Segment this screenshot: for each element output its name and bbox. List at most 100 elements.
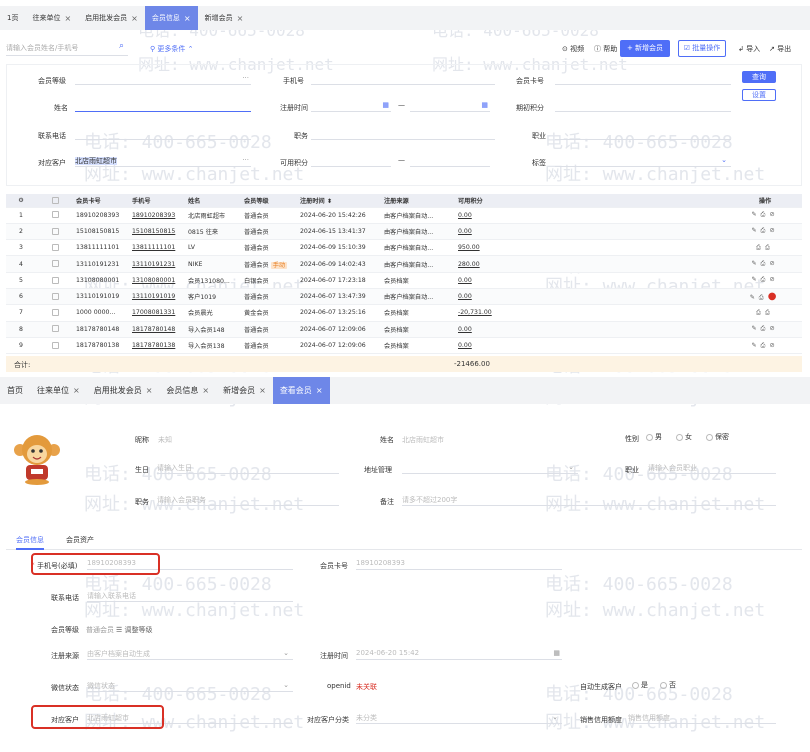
table-row[interactable]: 4 13110191231 13110191231 NIKE 普通会员 手动 2024-0… <box>6 255 802 273</box>
print-icon[interactable]: ⎙ <box>765 244 770 251</box>
filter-contact-input[interactable] <box>75 126 251 140</box>
print-icon[interactable]: ⎙ <box>761 276 766 283</box>
row-checkbox[interactable] <box>36 207 74 224</box>
print-icon[interactable]: ⎙ <box>761 211 766 218</box>
close-icon[interactable]: × <box>316 386 323 395</box>
row-checkbox[interactable] <box>36 321 74 338</box>
table-row[interactable]: 7 1000 0000... 17008081331 会员晨光 黄金会员 2024-06-… <box>6 304 802 322</box>
edit-icon[interactable]: ✎ <box>751 342 756 349</box>
gender-male-radio[interactable]: 男 <box>646 432 662 442</box>
close-icon[interactable]: × <box>184 14 191 23</box>
filter-phone-input[interactable] <box>311 71 495 85</box>
cell-phone[interactable]: 18178780138 <box>130 337 186 355</box>
contact-input[interactable]: 请输入联系电话 <box>87 588 293 602</box>
disable-icon[interactable]: ⊘ <box>769 325 774 332</box>
source-select[interactable]: 由客户档案自动生成 ⌄ <box>87 646 293 660</box>
query-button[interactable]: 查询 <box>742 71 776 83</box>
cell-points[interactable]: 0.00 <box>456 321 518 338</box>
table-row[interactable]: 6 13110191019 13110191019 客户1019 普通会员 2024-06… <box>6 288 802 306</box>
table-row[interactable]: 3 13811111101 13811111101 LV 普通会员 2024-06-09 … <box>6 239 802 257</box>
col-regtime[interactable]: 注册时间 ⬍ <box>298 194 382 208</box>
edit-icon[interactable]: ✎ <box>750 294 755 301</box>
settings-button[interactable]: 设置 <box>742 89 776 101</box>
delete-icon[interactable]: ● <box>768 291 777 302</box>
bottom-tab-2[interactable]: 启用批发会员 × <box>87 377 160 404</box>
cell-phone[interactable]: 18178780148 <box>130 321 186 338</box>
print-icon[interactable]: ⎙ <box>756 309 761 316</box>
disable-icon[interactable]: ⊘ <box>769 276 774 283</box>
cell-points[interactable]: 280.00 <box>456 255 518 273</box>
print-icon[interactable]: ⎙ <box>761 260 766 267</box>
filter-name-input[interactable] <box>75 98 251 112</box>
row-checkbox[interactable] <box>36 272 74 289</box>
close-icon[interactable]: × <box>202 386 209 395</box>
top-tab-3[interactable]: 会员信息 × <box>144 6 198 30</box>
top-tab-4[interactable]: 新增会员 × <box>198 6 251 30</box>
close-icon[interactable]: × <box>131 14 138 23</box>
cell-phone[interactable]: 13110191019 <box>130 288 186 306</box>
cell-phone[interactable]: 15108150815 <box>130 223 186 241</box>
cell-phone[interactable]: 17008081331 <box>130 304 186 322</box>
bottom-tab-3[interactable]: 会员信息 × <box>159 377 216 404</box>
edit-icon[interactable]: ✎ <box>751 227 756 234</box>
cell-points[interactable]: 0.00 <box>456 207 518 224</box>
top-tab-0[interactable]: 1页 <box>0 6 25 30</box>
table-row[interactable]: 9 18178780138 18178780138 导入会员138 普通会员 2024-0… <box>6 337 802 355</box>
help-button[interactable]: ⓘ 帮助 <box>594 44 617 54</box>
disable-icon[interactable]: ⊘ <box>769 211 774 218</box>
card-input[interactable]: 18910208393 <box>356 556 562 570</box>
close-icon[interactable]: × <box>237 14 244 23</box>
print-icon[interactable]: ⎙ <box>761 342 766 349</box>
bottom-tab-5[interactable]: 查看会员 × <box>272 377 330 404</box>
video-button[interactable]: ⊙ 视频 <box>562 44 584 54</box>
adjust-level-button[interactable]: ☰ 调整等级 <box>116 625 153 635</box>
position-input[interactable]: 请输入会员职务 <box>157 492 339 506</box>
cell-points[interactable]: 950.00 <box>456 239 518 257</box>
tab-member-assets[interactable]: 会员资产 <box>66 535 94 545</box>
address-select[interactable]: ⌄ <box>402 460 578 474</box>
edit-icon[interactable]: ✎ <box>751 211 756 218</box>
top-tab-1[interactable]: 往来单位 × <box>25 6 78 30</box>
batch-operation-button[interactable]: ☑ 批量操作 <box>678 40 726 57</box>
cell-points[interactable]: -20,731.00 <box>456 304 518 322</box>
table-row[interactable]: 2 15108150815 15108150815 0815 往来 普通会员 2024-0… <box>6 223 802 241</box>
edit-icon[interactable]: ✎ <box>751 260 756 267</box>
job-input[interactable]: 请输入会员职业 <box>648 460 776 474</box>
export-button[interactable]: ↗ 导出 <box>769 44 791 54</box>
filter-regtime-start[interactable]: ▦ <box>311 98 391 112</box>
cell-phone[interactable]: 13811111101 <box>130 239 186 257</box>
cell-points[interactable]: 0.00 <box>456 223 518 241</box>
cell-points[interactable]: 0.00 <box>456 337 518 355</box>
top-tab-2[interactable]: 启用批发会员 × <box>78 6 145 30</box>
more-conditions-button[interactable]: ⚲ 更多条件 ⌃ <box>150 44 193 54</box>
edit-icon[interactable]: ✎ <box>751 276 756 283</box>
cell-phone[interactable]: 13110191231 <box>130 255 186 273</box>
print-icon[interactable]: ⎙ <box>765 309 770 316</box>
remark-input[interactable]: 请多不超过200字 <box>402 492 776 506</box>
print-icon[interactable]: ⎙ <box>756 244 761 251</box>
filter-customer-input[interactable]: 北店雨虹超市 ··· <box>75 153 251 167</box>
col-card[interactable]: 会员卡号 <box>74 194 130 208</box>
print-icon[interactable]: ⎙ <box>759 294 764 301</box>
wechat-select[interactable]: 微信状态 ⌄ <box>87 678 293 692</box>
filter-points-min[interactable] <box>311 153 391 167</box>
filter-regtime-end[interactable]: ▦ <box>410 98 490 112</box>
row-checkbox[interactable] <box>36 239 74 257</box>
credit-input[interactable]: 销售信用额度 <box>628 710 776 724</box>
row-checkbox[interactable] <box>36 337 74 355</box>
bottom-tab-4[interactable]: 新增会员 × <box>216 377 273 404</box>
select-all-checkbox[interactable] <box>36 194 74 208</box>
table-row[interactable]: 5 13108080001 13108080001 会员131080... 白银会员 20… <box>6 272 802 289</box>
disable-icon[interactable]: ⊘ <box>769 227 774 234</box>
filter-job-input[interactable] <box>555 126 731 140</box>
disable-icon[interactable]: ⊘ <box>769 260 774 267</box>
col-level[interactable]: 会员等级 <box>242 194 298 208</box>
table-row[interactable]: 1 18910208393 18910208393 北店雨虹超市 普通会员 2024-06… <box>6 207 802 224</box>
cell-points[interactable]: 0.00 <box>456 272 518 289</box>
edit-icon[interactable]: ✎ <box>751 325 756 332</box>
import-button[interactable]: ↲ 导入 <box>738 44 760 54</box>
tab-member-info[interactable]: 会员信息 <box>16 535 44 550</box>
print-icon[interactable]: ⎙ <box>761 227 766 234</box>
filter-points-max[interactable] <box>410 153 490 167</box>
cell-points[interactable]: 0.00 <box>456 288 518 306</box>
